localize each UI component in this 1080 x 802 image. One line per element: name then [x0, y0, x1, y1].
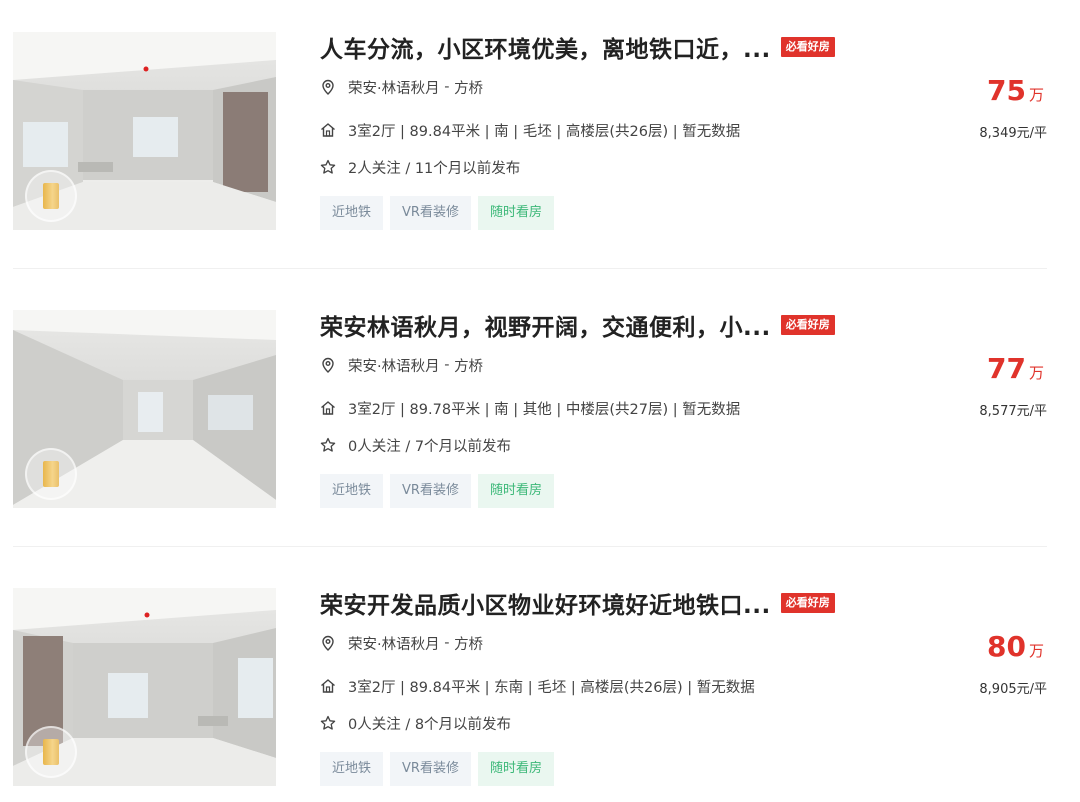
area-link[interactable]: 方桥: [454, 77, 483, 98]
total-price: 75 万: [987, 74, 1044, 107]
must-see-badge: 必看好房: [780, 593, 835, 613]
community-link[interactable]: 荣安·林语秋月: [348, 355, 440, 376]
tag-anytime-viewing: 随时看房: [477, 196, 554, 230]
house-info-text: 3室2厅 | 89.84平米 | 东南 | 毛坯 | 高楼层(共26层) | 暂…: [348, 679, 755, 696]
divider: [13, 268, 1047, 269]
tag-near-subway: 近地铁: [320, 474, 384, 508]
tag-vr-decoration: VR看装修: [390, 196, 471, 230]
listing-title[interactable]: 荣安开发品质小区物业好环境好近地铁口...: [320, 586, 771, 620]
listing-title[interactable]: 人车分流，小区环境优美，离地铁口近，...: [320, 30, 771, 64]
price-value: 80: [987, 630, 1026, 663]
house-info-text: 3室2厅 | 89.78平米 | 南 | 其他 | 中楼层(共27层) | 暂无…: [348, 401, 741, 418]
follow-info-text: 0人关注 / 8个月以前发布: [348, 716, 512, 733]
community-link[interactable]: 荣安·林语秋月: [348, 633, 440, 654]
location-separator: -: [439, 79, 455, 95]
area-link[interactable]: 方桥: [454, 355, 483, 376]
location-pin-icon: [320, 635, 336, 651]
area-link[interactable]: 方桥: [454, 633, 483, 654]
follow-info: 0人关注 / 8个月以前发布: [320, 712, 511, 734]
house-icon: [320, 400, 336, 416]
must-see-badge: 必看好房: [780, 315, 835, 335]
star-icon: [320, 437, 336, 453]
price-value: 77: [987, 352, 1026, 385]
tag-list: 近地铁 VR看装修 随时看房: [320, 474, 561, 508]
tag-vr-decoration: VR看装修: [390, 752, 471, 786]
unit-price: 8,905元/平: [979, 682, 1047, 697]
community-link[interactable]: 荣安·林语秋月: [348, 77, 440, 98]
follow-info: 0人关注 / 7个月以前发布: [320, 434, 511, 456]
follow-info-text: 0人关注 / 7个月以前发布: [348, 438, 512, 455]
listing-title[interactable]: 荣安林语秋月，视野开阔，交通便利，小...: [320, 308, 771, 342]
house-info: 3室2厅 | 89.84平米 | 南 | 毛坯 | 高楼层(共26层) | 暂无…: [320, 119, 740, 141]
location-info: 荣安·林语秋月 - 方桥: [320, 354, 483, 376]
price-value: 75: [987, 74, 1026, 107]
location-separator: -: [439, 357, 455, 373]
price-unit: 万: [1028, 642, 1044, 660]
must-see-badge: 必看好房: [780, 37, 835, 57]
house-info: 3室2厅 | 89.78平米 | 南 | 其他 | 中楼层(共27层) | 暂无…: [320, 397, 740, 419]
house-icon: [320, 122, 336, 138]
price-unit: 万: [1028, 364, 1044, 382]
location-pin-icon: [320, 357, 336, 373]
tag-vr-decoration: VR看装修: [390, 474, 471, 508]
total-price: 80 万: [987, 630, 1044, 663]
house-info: 3室2厅 | 89.84平米 | 东南 | 毛坯 | 高楼层(共26层) | 暂…: [320, 675, 755, 697]
total-price: 77 万: [987, 352, 1044, 385]
vr-cube-icon[interactable]: [25, 448, 77, 500]
price-unit: 万: [1028, 86, 1044, 104]
vr-cube-icon[interactable]: [25, 170, 77, 222]
listing-photo[interactable]: [13, 32, 276, 230]
star-icon: [320, 159, 336, 175]
tag-list: 近地铁 VR看装修 随时看房: [320, 196, 561, 230]
location-pin-icon: [320, 79, 336, 95]
divider: [13, 546, 1047, 547]
star-icon: [320, 715, 336, 731]
location-separator: -: [439, 635, 455, 651]
listing-photo[interactable]: [13, 588, 276, 786]
follow-info: 2人关注 / 11个月以前发布: [320, 156, 520, 178]
unit-price: 8,577元/平: [979, 404, 1047, 419]
tag-list: 近地铁 VR看装修 随时看房: [320, 752, 561, 786]
tag-near-subway: 近地铁: [320, 752, 384, 786]
vr-cube-icon[interactable]: [25, 726, 77, 778]
tag-near-subway: 近地铁: [320, 196, 384, 230]
follow-info-text: 2人关注 / 11个月以前发布: [348, 160, 521, 177]
location-info: 荣安·林语秋月 - 方桥: [320, 632, 483, 654]
listing-photo[interactable]: [13, 310, 276, 508]
tag-anytime-viewing: 随时看房: [477, 752, 554, 786]
location-info: 荣安·林语秋月 - 方桥: [320, 76, 483, 98]
house-icon: [320, 678, 336, 694]
unit-price: 8,349元/平: [979, 126, 1047, 141]
house-info-text: 3室2厅 | 89.84平米 | 南 | 毛坯 | 高楼层(共26层) | 暂无…: [348, 123, 741, 140]
tag-anytime-viewing: 随时看房: [477, 474, 554, 508]
